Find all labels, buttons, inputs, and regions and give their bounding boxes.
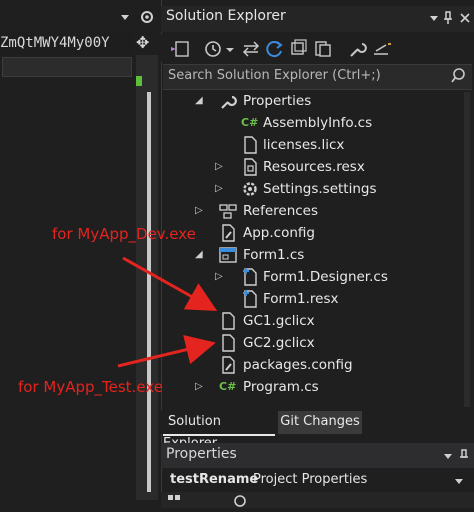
arrow-to-gc2 [117,334,216,368]
annotation-arrows [117,256,218,368]
arrow-to-gc1 [122,256,218,311]
